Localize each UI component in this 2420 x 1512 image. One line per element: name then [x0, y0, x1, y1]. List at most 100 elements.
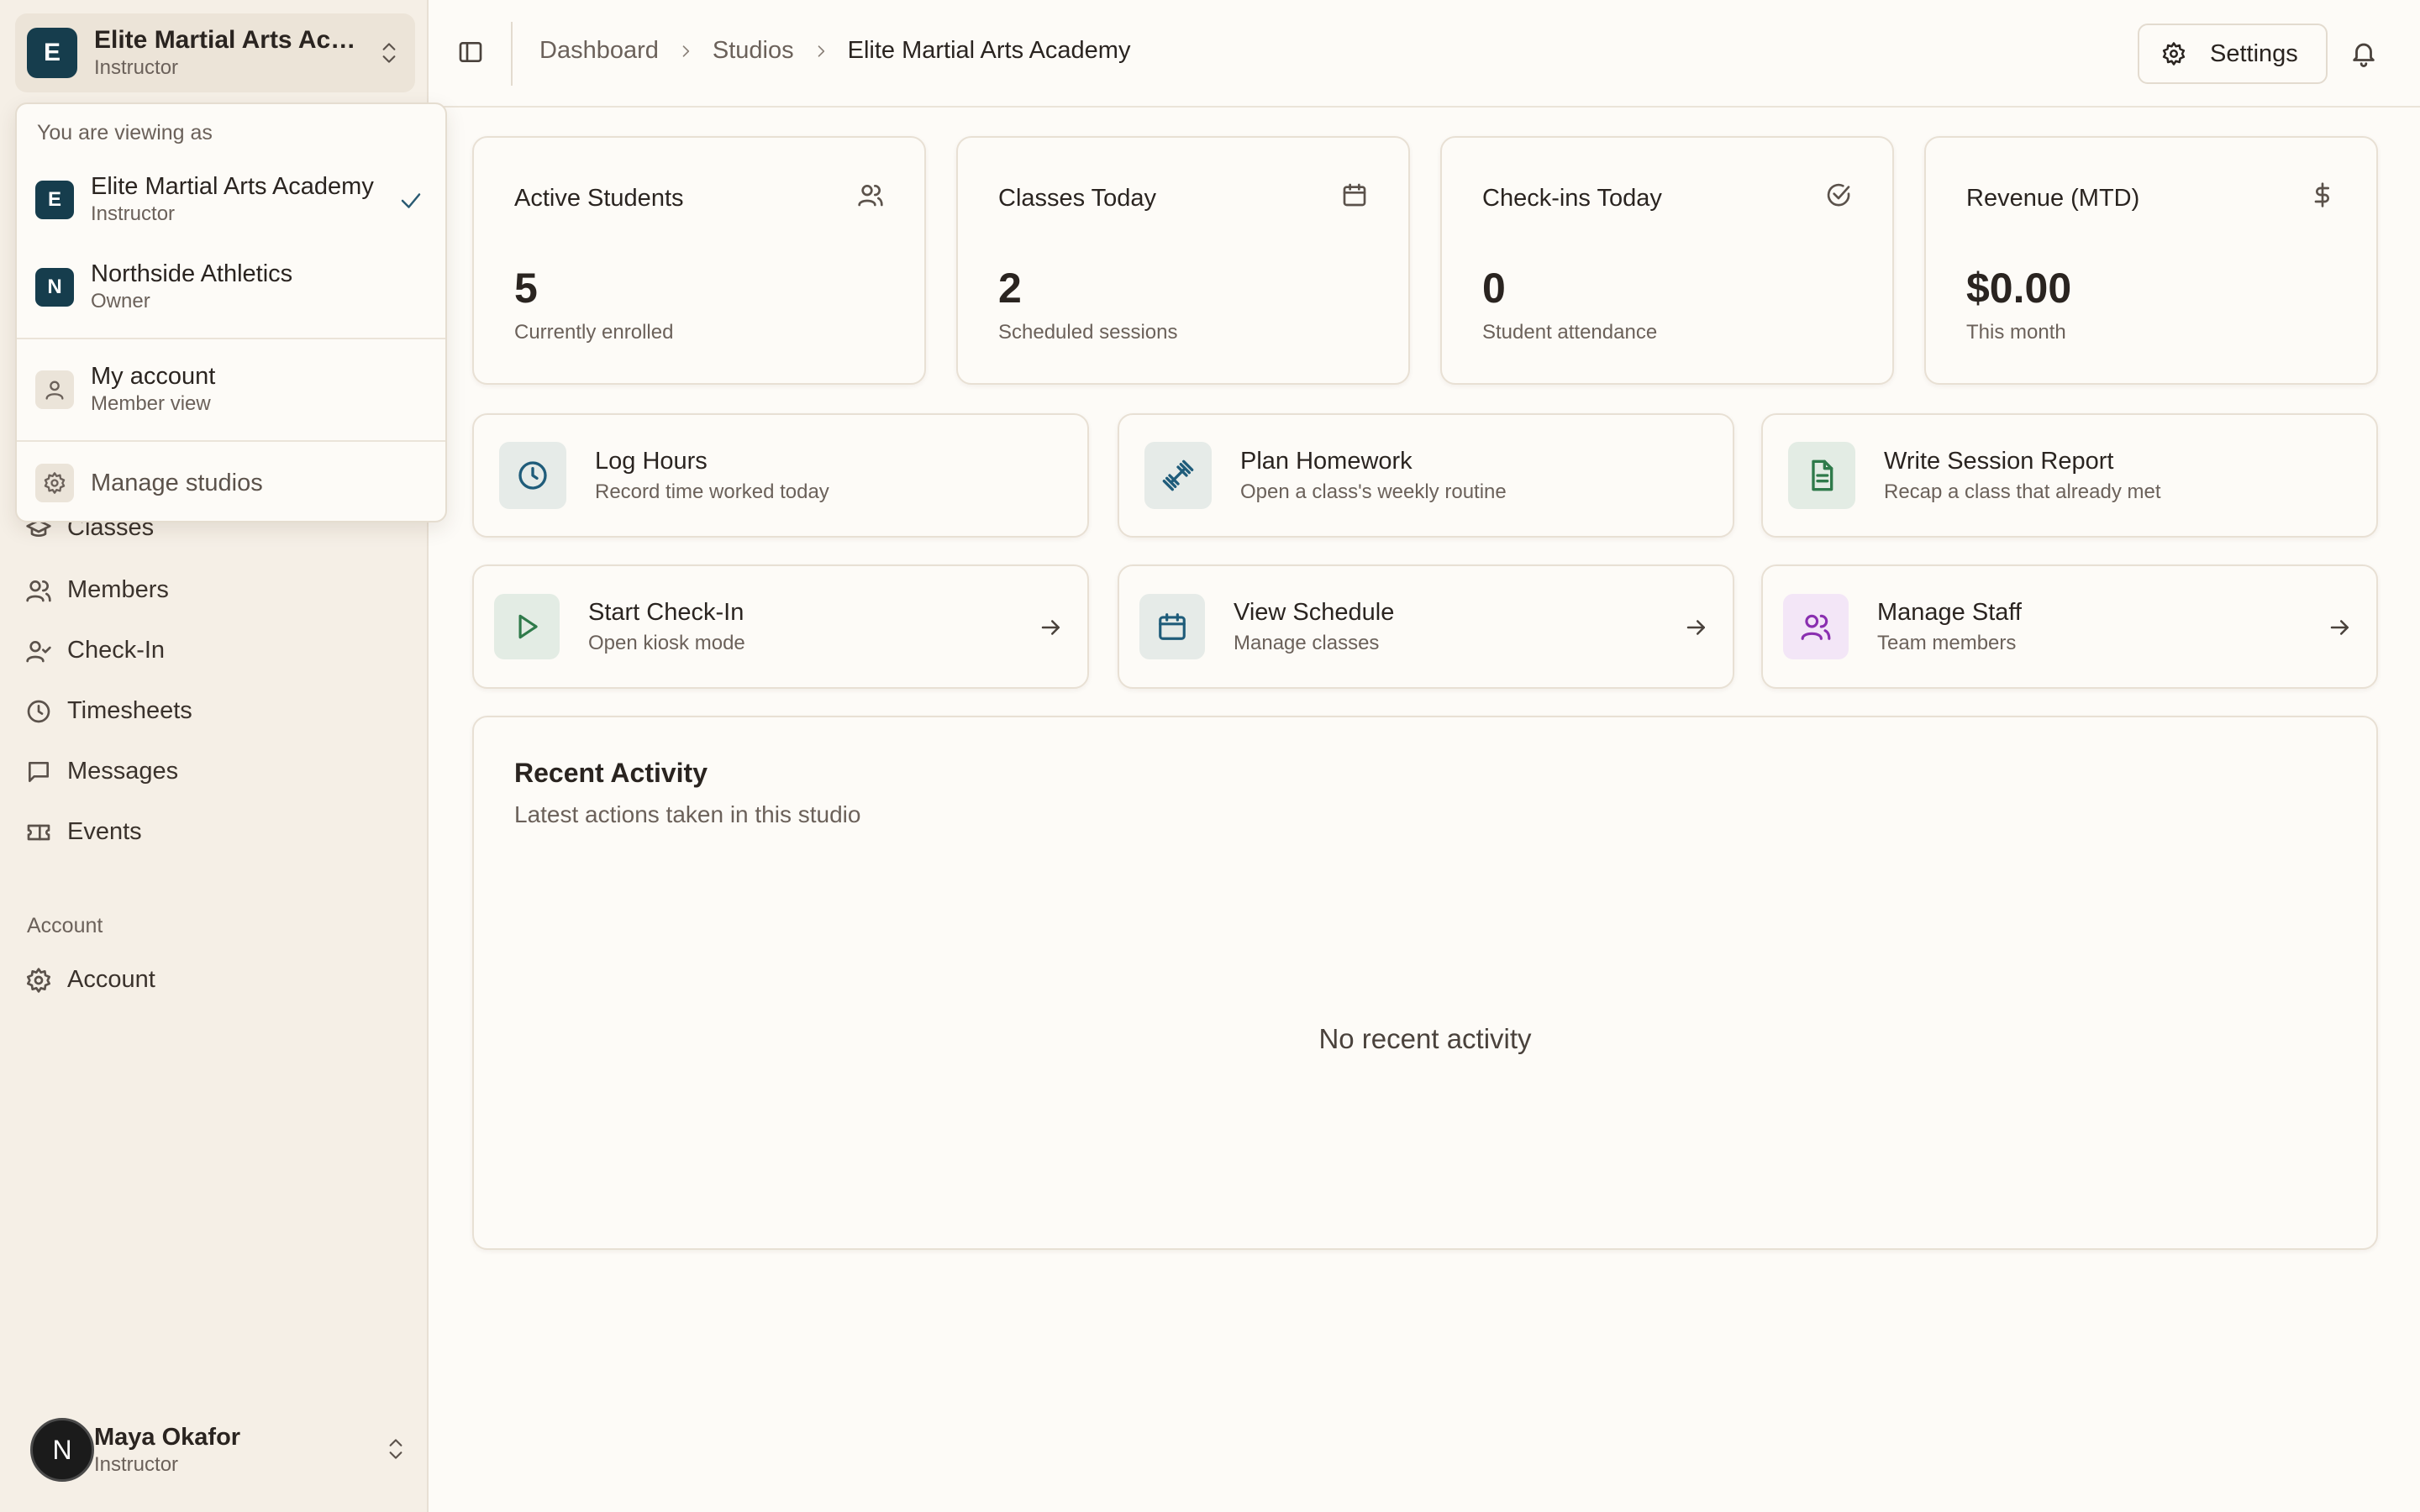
dropdown-studio-northside[interactable]: N Northside Athletics Owner — [35, 260, 430, 313]
dropdown-manage-studios[interactable]: Manage studios — [35, 464, 430, 502]
stat-value: 5 — [514, 265, 538, 312]
stat-card-active-students: Active Students 5 Currently enrolled — [472, 136, 926, 385]
gear-icon — [25, 967, 67, 994]
action-sub: Open kiosk mode — [588, 631, 745, 654]
sidebar-item-members[interactable]: Members — [25, 576, 169, 604]
settings-label: Settings — [2210, 39, 2298, 67]
studio-role: Instructor — [91, 202, 176, 225]
stat-sub: This month — [1966, 321, 2066, 344]
activity-subtitle: Latest actions taken in this studio — [514, 801, 861, 827]
stat-title: Revenue (MTD) — [1966, 185, 2140, 212]
check-icon — [398, 188, 424, 213]
studio-switcher[interactable]: E Elite Martial Arts Aca... Instructor — [15, 13, 415, 92]
users-icon — [857, 181, 884, 208]
file-text-icon — [1788, 442, 1855, 509]
gear-icon — [2139, 41, 2210, 66]
calendar-icon — [1341, 181, 1368, 208]
action-sub: Team members — [1877, 631, 2017, 654]
studio-name: Elite Martial Arts Aca... — [94, 26, 363, 54]
view-schedule-button[interactable]: View Schedule Manage classes — [1118, 564, 1734, 689]
user-menu[interactable]: N Maya Okafor Instructor — [30, 1416, 407, 1483]
chevron-right-icon — [677, 43, 694, 60]
sidebar-item-label: Messages — [67, 758, 179, 785]
clock-icon — [25, 698, 67, 725]
top-header: Dashboard Studios Elite Martial Arts Aca… — [430, 0, 2420, 108]
stat-card-revenue: Revenue (MTD) $0.00 This month — [1924, 136, 2378, 385]
clock-icon — [499, 442, 566, 509]
sidebar-item-label: Events — [67, 818, 142, 845]
bell-icon[interactable] — [2349, 39, 2378, 67]
action-sub: Open a class's weekly routine — [1240, 480, 1507, 503]
divider — [17, 338, 445, 339]
action-title: Plan Homework — [1240, 447, 1413, 475]
start-check-in-button[interactable]: Start Check-In Open kiosk mode — [472, 564, 1089, 689]
studio-avatar: E — [27, 28, 77, 78]
stat-card-check-ins-today: Check-ins Today 0 Student attendance — [1440, 136, 1894, 385]
arrow-right-icon — [1684, 615, 1709, 640]
action-title: View Schedule — [1234, 598, 1395, 626]
stat-sub: Scheduled sessions — [998, 321, 1178, 344]
account-section-label: Account — [27, 914, 103, 937]
arrow-right-icon — [1039, 615, 1064, 640]
sidebar-item-label: Account — [67, 966, 155, 993]
my-account-sub: Member view — [91, 392, 211, 415]
ticket-icon — [25, 819, 67, 846]
plan-homework-button[interactable]: Plan Homework Open a class's weekly rout… — [1118, 413, 1734, 538]
sidebar-item-label: Check-In — [67, 637, 166, 664]
settings-button[interactable]: Settings — [2138, 24, 2328, 84]
stat-value: 2 — [998, 265, 1022, 312]
action-title: Start Check-In — [588, 598, 744, 626]
sidebar-toggle-icon[interactable] — [457, 39, 484, 66]
chevron-right-icon — [813, 43, 829, 60]
calendar-icon — [1139, 594, 1205, 659]
studio-dropdown-menu: You are viewing as E Elite Martial Arts … — [15, 102, 447, 522]
studio-role: Owner — [91, 290, 150, 312]
breadcrumb-dashboard[interactable]: Dashboard — [539, 37, 659, 65]
users-icon — [1783, 594, 1849, 659]
users-icon — [25, 577, 67, 604]
log-hours-button[interactable]: Log Hours Record time worked today — [472, 413, 1089, 538]
avatar: N — [30, 1418, 94, 1482]
arrow-right-icon — [2328, 615, 2353, 640]
sidebar-item-messages[interactable]: Messages — [25, 758, 178, 785]
studio-avatar: E — [35, 180, 74, 219]
gear-icon — [35, 464, 74, 502]
manage-staff-button[interactable]: Manage Staff Team members — [1761, 564, 2378, 689]
stat-card-classes-today: Classes Today 2 Scheduled sessions — [956, 136, 1410, 385]
write-session-report-button[interactable]: Write Session Report Recap a class that … — [1761, 413, 2378, 538]
studio-avatar: N — [35, 267, 74, 307]
studio-role: Instructor — [94, 56, 179, 79]
breadcrumb-current: Elite Martial Arts Academy — [847, 37, 1131, 64]
dropdown-studio-elite[interactable]: E Elite Martial Arts Academy Instructor — [35, 173, 430, 226]
stat-value: $0.00 — [1966, 265, 2072, 312]
message-icon — [25, 759, 67, 785]
dropdown-heading: You are viewing as — [37, 121, 213, 144]
studio-name: Elite Martial Arts Academy — [91, 173, 374, 200]
stat-sub: Currently enrolled — [514, 321, 674, 344]
divider — [511, 22, 513, 86]
user-icon — [35, 370, 74, 409]
play-icon — [494, 594, 560, 659]
stat-title: Active Students — [514, 185, 684, 212]
user-name: Maya Okafor — [94, 1423, 241, 1451]
dropdown-my-account[interactable]: My account Member view — [35, 363, 430, 416]
action-title: Manage Staff — [1877, 598, 2022, 626]
chevrons-up-down-icon — [378, 39, 400, 67]
manage-studios-label: Manage studios — [91, 469, 263, 496]
sidebar-item-check-in[interactable]: Check-In — [25, 637, 165, 664]
stat-title: Check-ins Today — [1482, 185, 1662, 212]
sidebar-item-timesheets[interactable]: Timesheets — [25, 697, 192, 725]
dollar-icon — [2309, 181, 2336, 208]
sidebar-item-events[interactable]: Events — [25, 818, 142, 846]
sidebar-item-label: Members — [67, 576, 169, 603]
action-title: Write Session Report — [1884, 447, 2114, 475]
sidebar-item-account[interactable]: Account — [25, 966, 155, 994]
activity-title: Recent Activity — [514, 758, 708, 788]
empty-state: No recent activity — [1318, 1023, 1532, 1054]
action-sub: Record time worked today — [595, 480, 829, 503]
breadcrumb-studios[interactable]: Studios — [713, 37, 794, 65]
studio-name: Northside Athletics — [91, 260, 293, 287]
stat-value: 0 — [1482, 265, 1506, 312]
sidebar-item-label: Timesheets — [67, 697, 192, 724]
user-role: Instructor — [94, 1452, 179, 1476]
